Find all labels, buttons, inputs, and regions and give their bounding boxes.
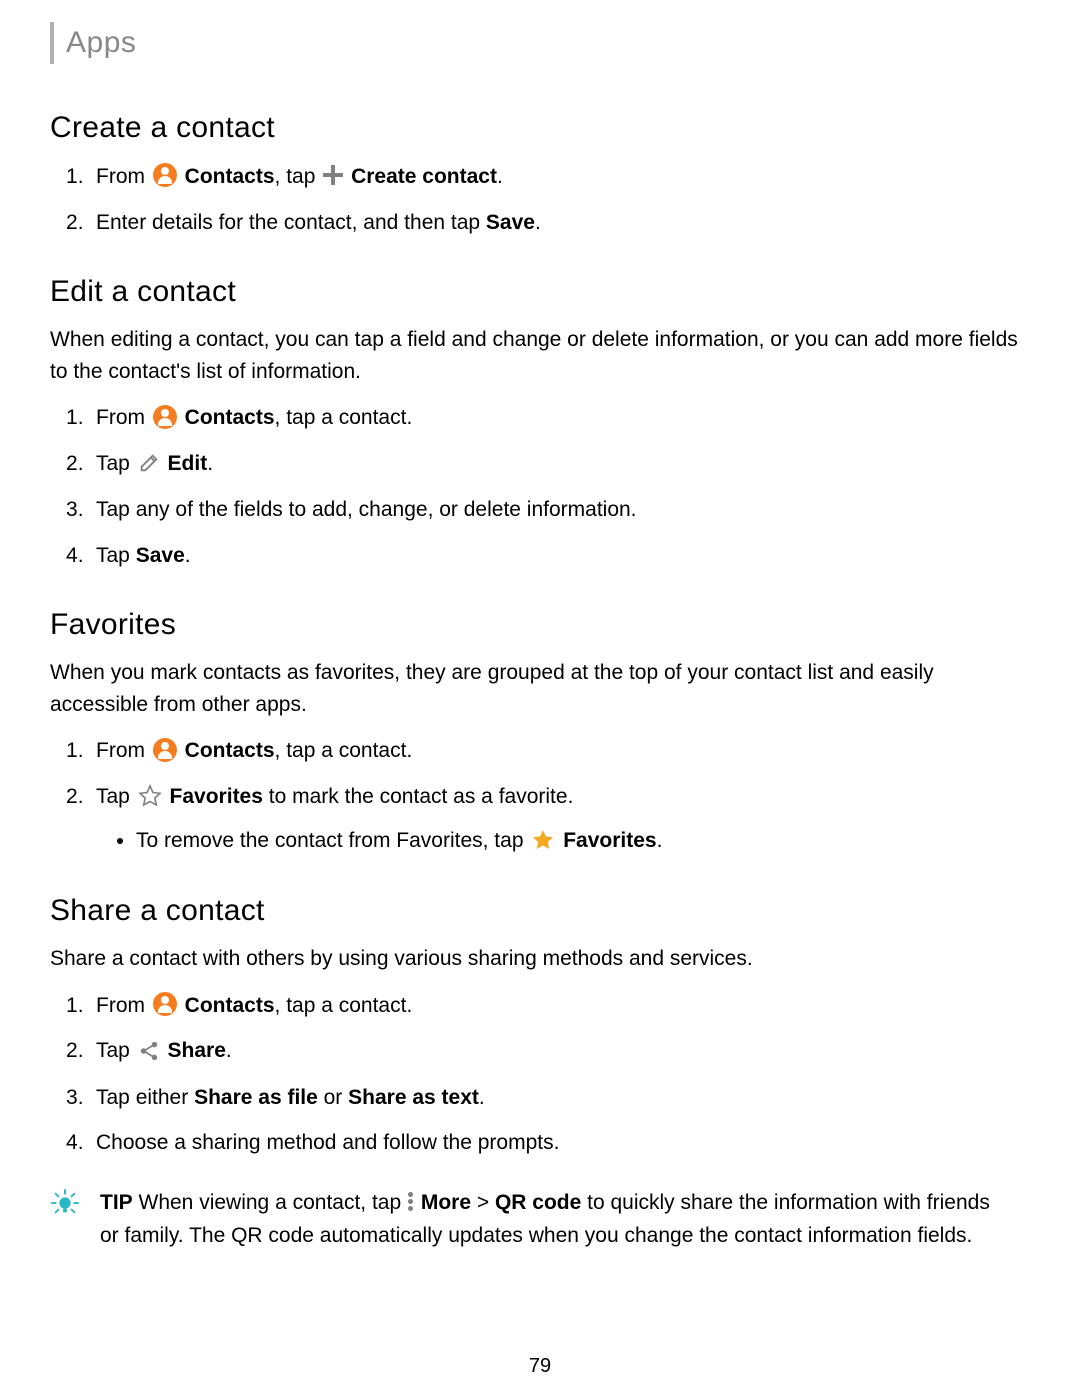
text: . [226, 1039, 232, 1062]
text: Enter details for the contact, and then … [96, 211, 486, 234]
list-item: Tap any of the fields to add, change, or… [96, 493, 1030, 527]
contacts-label: Contacts [185, 994, 275, 1017]
text: From [96, 994, 151, 1017]
more-label: More [421, 1191, 471, 1214]
text: , tap a contact. [275, 739, 413, 762]
action-label: Edit [168, 452, 208, 475]
text: To remove the contact from Favorites, ta… [136, 829, 529, 852]
text: From [96, 406, 151, 429]
edit-steps: From Contacts, tap a contact. Tap Edit. … [50, 401, 1030, 572]
list-item: From Contacts, tap a contact. [96, 734, 1030, 768]
text: , tap a contact. [275, 406, 413, 429]
share-as-text-label: Share as text [348, 1086, 479, 1109]
list-item: Tap Favorites to mark the contact as a f… [96, 780, 1030, 859]
text: From [96, 739, 151, 762]
action-label: Share [168, 1039, 226, 1062]
action-label: Create contact [351, 165, 497, 188]
share-description: Share a contact with others by using var… [50, 943, 1030, 975]
text: . [185, 544, 191, 567]
text: . [479, 1086, 485, 1109]
heading-favorites: Favorites [50, 602, 1030, 647]
list-item: To remove the contact from Favorites, ta… [136, 824, 1030, 858]
tip-block: TIP When viewing a contact, tap More > Q… [50, 1186, 1030, 1253]
edit-description: When editing a contact, you can tap a fi… [50, 324, 1030, 387]
contacts-label: Contacts [185, 165, 275, 188]
text: . [497, 165, 503, 188]
plus-icon [323, 165, 343, 185]
contacts-label: Contacts [185, 406, 275, 429]
list-item: Tap either Share as file or Share as tex… [96, 1081, 1030, 1115]
heading-create-contact: Create a contact [50, 105, 1030, 150]
action-label: Favorites [170, 785, 263, 808]
share-as-file-label: Share as file [194, 1086, 318, 1109]
save-label: Save [136, 544, 185, 567]
contacts-icon [153, 405, 177, 429]
more-icon [407, 1190, 415, 1212]
heading-share-contact: Share a contact [50, 888, 1030, 933]
text: , tap [275, 165, 322, 188]
tip-text: TIP When viewing a contact, tap More > Q… [100, 1186, 990, 1253]
list-item: Tap Edit. [96, 447, 1030, 481]
list-item: Enter details for the contact, and then … [96, 206, 1030, 240]
text: When viewing a contact, tap [133, 1191, 407, 1214]
contacts-icon [153, 992, 177, 1016]
text: Tap [96, 785, 136, 808]
text: Choose a sharing method and follow the p… [96, 1131, 559, 1154]
pencil-icon [138, 447, 160, 481]
header-rule [50, 22, 54, 64]
star-filled-icon [531, 825, 555, 859]
tip-label: TIP [100, 1191, 133, 1214]
qr-code-label: QR code [495, 1191, 581, 1214]
text: Tap any of the fields to add, change, or… [96, 498, 637, 521]
lightbulb-icon [50, 1188, 86, 1228]
text: > [471, 1191, 495, 1214]
text: Tap either [96, 1086, 194, 1109]
contacts-icon [153, 738, 177, 762]
text: Tap [96, 1039, 136, 1062]
text: . [535, 211, 541, 234]
text: . [657, 829, 663, 852]
star-outline-icon [138, 780, 162, 814]
header-label: Apps [66, 20, 136, 65]
favorites-sublist: To remove the contact from Favorites, ta… [96, 824, 1030, 858]
favorites-description: When you mark contacts as favorites, the… [50, 657, 1030, 720]
save-label: Save [486, 211, 535, 234]
share-icon [138, 1035, 160, 1069]
heading-edit-contact: Edit a contact [50, 269, 1030, 314]
text: Tap [96, 544, 136, 567]
contacts-label: Contacts [185, 739, 275, 762]
text: , tap a contact. [275, 994, 413, 1017]
share-steps: From Contacts, tap a contact. Tap Share.… [50, 989, 1030, 1160]
page-header: Apps [50, 20, 1030, 65]
text: . [207, 452, 213, 475]
favorites-steps: From Contacts, tap a contact. Tap Favori… [50, 734, 1030, 858]
action-label: Favorites [563, 829, 656, 852]
list-item: From Contacts, tap a contact. [96, 401, 1030, 435]
contacts-icon [153, 163, 177, 187]
text: to mark the contact as a favorite. [263, 785, 573, 808]
create-steps: From Contacts, tap Create contact. Enter… [50, 160, 1030, 239]
list-item: Choose a sharing method and follow the p… [96, 1126, 1030, 1160]
page-number: 79 [0, 1351, 1080, 1381]
text: or [318, 1086, 348, 1109]
list-item: From Contacts, tap a contact. [96, 989, 1030, 1023]
text: From [96, 165, 151, 188]
list-item: Tap Save. [96, 539, 1030, 573]
list-item: Tap Share. [96, 1034, 1030, 1068]
list-item: From Contacts, tap Create contact. [96, 160, 1030, 194]
text: Tap [96, 452, 136, 475]
